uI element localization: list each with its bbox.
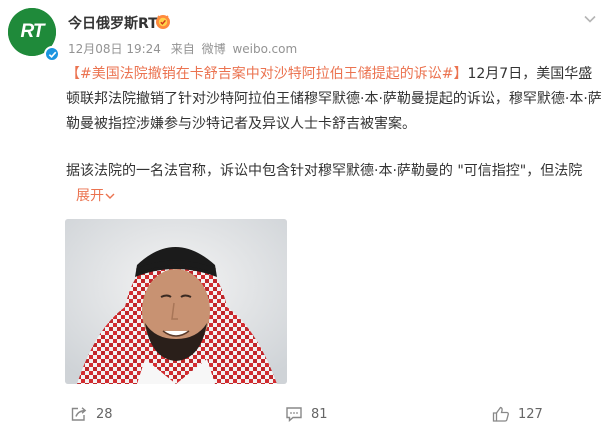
timestamp[interactable]: 12月08日 19:24	[68, 42, 161, 56]
post-image-illustration	[65, 219, 287, 384]
like-button[interactable]: 127	[492, 406, 543, 422]
expand-chevron-icon	[105, 193, 115, 199]
post-image[interactable]	[65, 219, 287, 384]
post-body-2: 据该法院的一名法官称，诉讼中包含针对穆罕默德·本·萨勒曼的 "可信指控"，但法院	[66, 163, 583, 179]
avatar[interactable]: RT	[8, 8, 60, 62]
chevron-down-icon[interactable]	[582, 11, 598, 27]
post-paragraph-1: 【#美国法院撤销在卡舒吉案中对沙特阿拉伯王储提起的诉讼#】12月7日，美国华盛顿…	[66, 62, 606, 137]
source-site: weibo.com	[232, 42, 298, 56]
username[interactable]: 今日俄罗斯RT	[68, 13, 158, 33]
expand-link[interactable]: 展开	[66, 188, 115, 204]
topic-hashtag-link[interactable]: 【#美国法院撤销在卡舒吉案中对沙特阿拉伯王储提起的诉讼#】	[66, 66, 467, 82]
post-meta: 12月08日 19:24 来自 微博 weibo.com	[68, 40, 303, 57]
action-bar: 28 81 127	[0, 392, 612, 432]
rt-logo: RT	[20, 21, 45, 42]
comment-icon	[286, 407, 302, 422]
like-count: 127	[518, 406, 543, 422]
source-prefix: 来自	[170, 42, 195, 56]
source-app[interactable]: 微博	[202, 42, 226, 56]
repost-button[interactable]: 28	[70, 406, 113, 422]
repost-count: 28	[96, 406, 113, 422]
comment-button[interactable]: 81	[285, 406, 328, 422]
post-text: 【#美国法院撤销在卡舒吉案中对沙特阿拉伯王储提起的诉讼#】12月7日，美国华盛顿…	[66, 62, 606, 209]
comment-count: 81	[311, 406, 328, 422]
fan-badge-icon[interactable]	[154, 12, 172, 30]
post-paragraph-2: 据该法院的一名法官称，诉讼中包含针对穆罕默德·本·萨勒曼的 "可信指控"，但法院…	[66, 159, 606, 209]
like-icon	[492, 406, 509, 422]
verified-check-icon	[44, 46, 60, 62]
repost-icon	[71, 407, 87, 421]
expand-label: 展开	[76, 188, 104, 204]
